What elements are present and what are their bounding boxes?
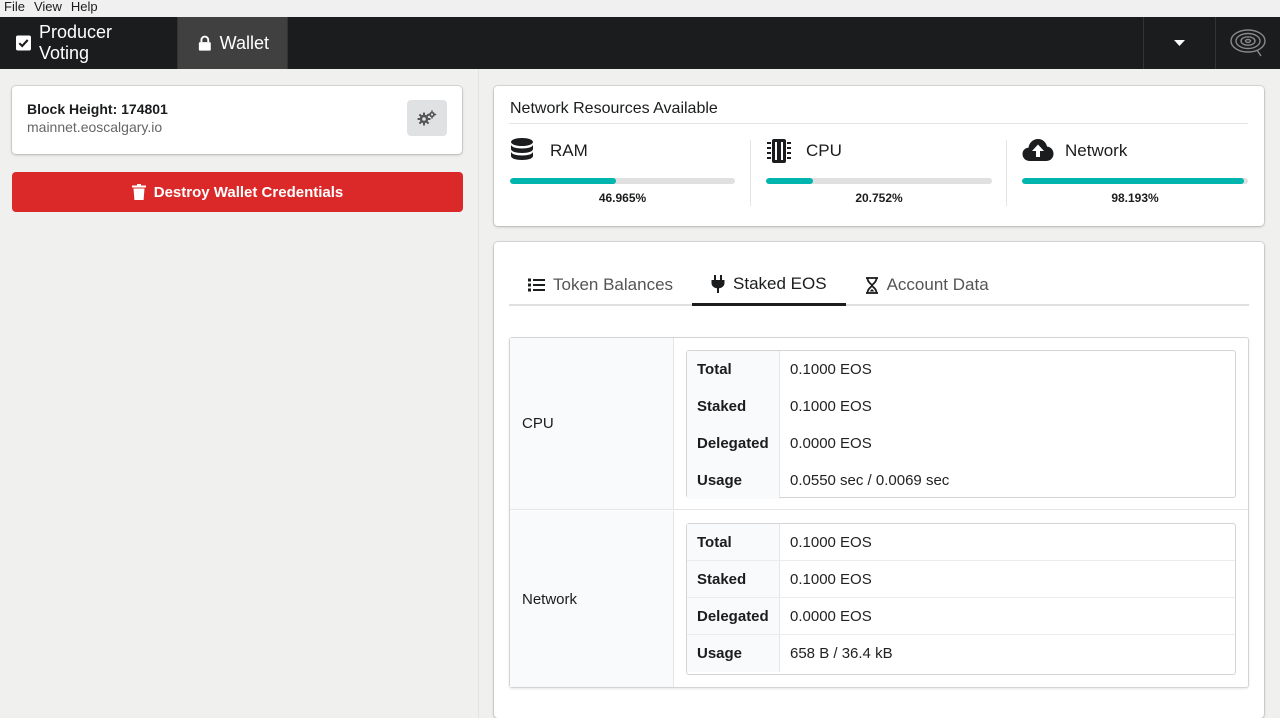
staked-row-network: Network Total 0.1000 EOS Staked 0.1000 E… [510, 511, 1248, 687]
eos-calgary-logo-icon [1230, 29, 1266, 57]
nav-wallet[interactable]: Wallet [177, 17, 288, 69]
resource-network-fill [1022, 178, 1244, 184]
resource-cpu-label: CPU [806, 141, 842, 160]
tab-account-data[interactable]: Account Data [846, 264, 1008, 306]
cogs-icon [417, 110, 437, 126]
resource-ram: RAM 46.965% [510, 124, 735, 214]
destroy-wallet-button[interactable]: Destroy Wallet Credentials [12, 172, 463, 212]
staked-cpu-details: Total 0.1000 EOS Staked 0.1000 EOS Deleg… [686, 350, 1236, 499]
detail-value: 0.0550 sec / 0.0069 sec [790, 472, 950, 489]
database-icon [511, 138, 533, 160]
nav-dropdown[interactable] [1143, 17, 1215, 69]
resources-title: Network Resources Available [510, 100, 718, 117]
table-row: Total 0.1000 EOS [687, 351, 1235, 388]
detail-value: 0.0000 EOS [790, 607, 872, 625]
resource-cpu-percent: 20.752% [855, 191, 903, 205]
resource-ram-percent: 46.965% [598, 191, 647, 205]
lock-icon [198, 35, 211, 51]
resource-network-percent: 98.193% [1111, 191, 1159, 205]
staked-row-cpu: CPU Total 0.1000 EOS Staked 0.1000 EOS D… [510, 338, 1248, 510]
tab-token-balances-label: Token Balances [553, 275, 674, 294]
top-nav: Producer Voting Wallet [0, 17, 1280, 69]
tab-staked-eos[interactable]: Staked EOS [692, 264, 846, 306]
menu-help[interactable]: Help [67, 0, 103, 13]
resource-ram-fill [510, 178, 616, 184]
resource-network-bar [1022, 178, 1248, 184]
destroy-wallet-label: Destroy Wallet Credentials [153, 183, 344, 201]
nav-logo [1215, 17, 1280, 69]
resource-divider-1 [750, 140, 751, 206]
resource-divider-2 [1006, 140, 1007, 206]
table-row: Total 0.1000 EOS [687, 524, 1235, 561]
microchip-icon [767, 139, 791, 163]
detail-value: 0.0000 EOS [790, 435, 872, 452]
plug-icon [711, 274, 725, 293]
network-resources-card: Network Resources Available RAM 46.965% [494, 86, 1264, 226]
detail-value: 658 B / 36.4 kB [790, 645, 893, 662]
nav-wallet-label: Wallet [219, 32, 269, 53]
resource-network: Network 98.193% [1022, 124, 1248, 214]
tab-staked-eos-label: Staked EOS [733, 273, 827, 293]
table-row: Staked 0.1000 EOS [687, 388, 1235, 425]
account-tabs-card: Token Balances Staked EOS Account Data C… [494, 242, 1264, 718]
tab-token-balances[interactable]: Token Balances [509, 264, 692, 306]
tabs-bar: Token Balances Staked EOS Account Data [509, 264, 1249, 306]
resource-cpu: CPU 20.752% [766, 124, 992, 214]
cloud-upload-icon [1022, 139, 1054, 161]
table-row: Staked 0.1000 EOS [687, 561, 1235, 598]
resource-ram-bar [510, 178, 735, 184]
staked-network-label: Network [510, 511, 674, 687]
staked-table: CPU Total 0.1000 EOS Staked 0.1000 EOS D… [509, 337, 1249, 688]
menu-file[interactable]: File [0, 0, 30, 13]
detail-key: Delegated [687, 425, 780, 462]
detail-key: Staked [687, 561, 780, 597]
detail-value: 0.1000 EOS [790, 570, 872, 588]
tab-account-data-label: Account Data [886, 275, 989, 294]
staked-cpu-label: CPU [510, 338, 674, 509]
menu-bar: File View Help [0, 0, 1280, 17]
table-row: Usage 0.0550 sec / 0.0069 sec [687, 462, 1235, 499]
checkbox-checked-icon [16, 35, 31, 51]
detail-value: 0.1000 EOS [790, 398, 872, 415]
caret-down-icon [1174, 39, 1185, 46]
block-height: Block Height: 174801 [27, 101, 168, 117]
detail-key: Total [687, 351, 780, 388]
menu-view[interactable]: View [30, 0, 67, 13]
staked-network-details: Total 0.1000 EOS Staked 0.1000 EOS Deleg… [686, 523, 1236, 675]
detail-key: Delegated [687, 598, 780, 634]
node-url: mainnet.eoscalgary.io [27, 119, 163, 135]
hourglass-icon [865, 276, 878, 294]
resource-ram-label: RAM [550, 141, 588, 160]
table-row: Delegated 0.0000 EOS [687, 598, 1235, 635]
detail-key: Staked [687, 388, 780, 425]
detail-key: Usage [687, 635, 780, 672]
list-icon [528, 278, 545, 292]
resource-cpu-fill [766, 178, 813, 184]
table-row: Usage 658 B / 36.4 kB [687, 635, 1235, 672]
detail-key: Total [687, 524, 780, 560]
resource-network-label: Network [1065, 141, 1128, 160]
node-settings-button[interactable] [407, 100, 447, 136]
block-info-card: Block Height: 174801 mainnet.eoscalgary.… [12, 86, 462, 154]
trash-icon [131, 184, 146, 200]
detail-value: 0.1000 EOS [790, 533, 872, 551]
table-row: Delegated 0.0000 EOS [687, 425, 1235, 462]
nav-producer-voting[interactable]: Producer Voting [0, 17, 177, 69]
resource-cpu-bar [766, 178, 992, 184]
nav-producer-voting-label: Producer Voting [38, 22, 113, 63]
detail-value: 0.1000 EOS [790, 361, 872, 378]
detail-key: Usage [687, 462, 780, 499]
